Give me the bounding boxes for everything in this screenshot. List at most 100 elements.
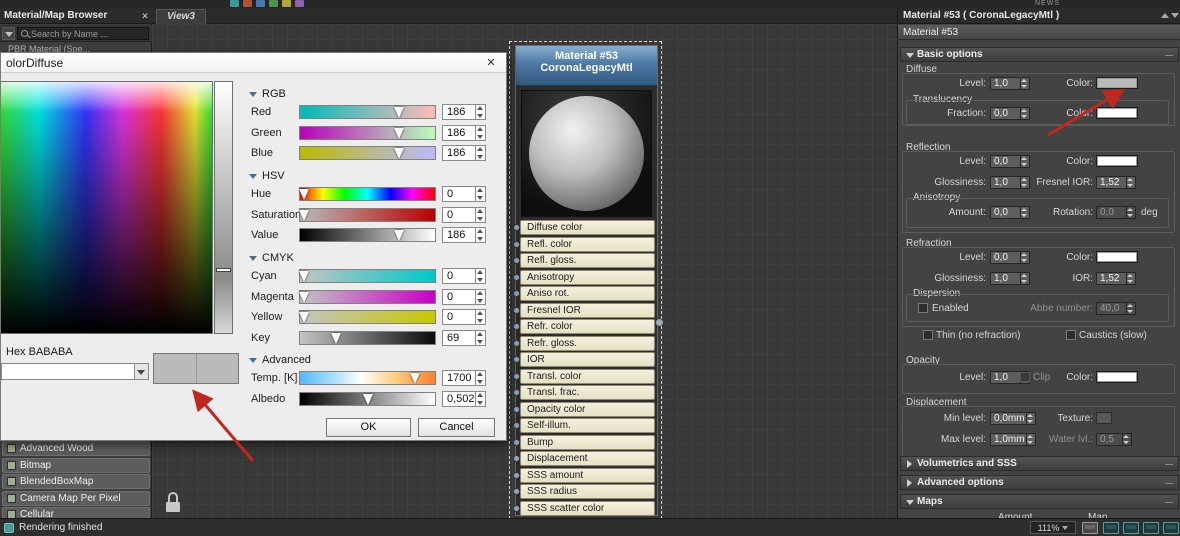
lock-icon[interactable] <box>166 492 181 513</box>
cyan-slider[interactable] <box>299 269 436 283</box>
slot-socket-icon[interactable] <box>513 356 520 363</box>
slot-socket-icon[interactable] <box>513 422 520 429</box>
node-slot[interactable]: Fresnel IOR <box>513 302 655 318</box>
rollout-volumetrics[interactable]: Volumetrics and SSS <box>900 456 1179 471</box>
search-input[interactable]: Search by Name ... <box>17 27 149 40</box>
clip-checkbox[interactable] <box>1020 372 1030 382</box>
slot-socket-icon[interactable] <box>513 438 520 446</box>
node-slot[interactable]: Self-illum. <box>513 418 655 433</box>
node-slot[interactable]: SSS radius <box>513 484 655 499</box>
fresnel-ior-spinner[interactable]: 1,52 <box>1096 176 1136 189</box>
spinner-arrows-icon[interactable] <box>475 125 485 140</box>
spinner-arrows-icon[interactable] <box>475 105 485 119</box>
thin-checkbox[interactable] <box>923 330 933 340</box>
spinner-arrows-icon[interactable] <box>1126 303 1135 314</box>
node-slot[interactable]: Refl. color <box>513 236 655 252</box>
node-slot[interactable]: Refr. gloss. <box>513 335 655 351</box>
toolbar-icon[interactable] <box>269 0 278 7</box>
slot-socket-icon[interactable] <box>513 389 520 396</box>
ok-button[interactable]: OK <box>326 418 411 437</box>
browser-list-item[interactable]: Camera Map Per Pixel <box>2 490 150 506</box>
node-header[interactable]: Material #53 CoronaLegacyMtl <box>516 46 657 86</box>
node-slot[interactable]: Diffuse color <box>513 220 655 235</box>
browser-list-item[interactable]: Advanced Wood <box>2 441 150 456</box>
search-options-dropdown[interactable] <box>2 27 15 40</box>
dispersion-enabled-checkbox[interactable] <box>918 303 928 313</box>
toolbar-icon[interactable] <box>295 0 304 7</box>
key-slider[interactable] <box>299 330 436 345</box>
spinner-arrows-icon[interactable] <box>475 269 485 283</box>
spinner-arrows-icon[interactable] <box>475 187 485 201</box>
spinner-arrows-icon[interactable] <box>475 310 485 324</box>
cancel-button[interactable]: Cancel <box>418 418 495 437</box>
slot-socket-icon[interactable] <box>513 471 520 479</box>
spinner-arrows-icon[interactable] <box>1126 207 1135 218</box>
reflection-level-spinner[interactable]: 0,0 <box>990 155 1030 168</box>
node-slot[interactable]: IOR <box>513 352 655 367</box>
translucency-fraction-spinner[interactable]: 0,0 <box>990 107 1030 120</box>
rollout-maps[interactable]: Maps <box>900 494 1179 509</box>
close-icon[interactable]: ✕ <box>139 10 151 22</box>
node-slot[interactable]: Refr. color <box>513 319 655 334</box>
min-level-spinner[interactable]: 0,0mm <box>990 412 1036 425</box>
node-slot[interactable]: Anisotropy <box>513 269 655 285</box>
opacity-color-swatch[interactable] <box>1096 371 1138 383</box>
maximize-viewport-icon[interactable] <box>1143 522 1159 534</box>
toolbar-icon[interactable] <box>243 0 252 7</box>
green-spinner[interactable]: 186 <box>442 124 486 141</box>
slot-socket-icon[interactable] <box>513 405 520 413</box>
zoom-level[interactable]: 111% <box>1030 521 1076 534</box>
value-slider[interactable] <box>299 228 436 242</box>
spinner-arrows-icon[interactable] <box>1026 413 1035 424</box>
toolbar-icon[interactable] <box>230 0 239 7</box>
spinner-arrows-icon[interactable] <box>475 371 485 385</box>
rollout-advanced-options[interactable]: Advanced options <box>900 475 1179 490</box>
rollout-basic-options[interactable]: Basic options <box>900 47 1179 62</box>
slot-socket-icon[interactable] <box>513 339 520 347</box>
slot-socket-icon[interactable] <box>513 224 520 231</box>
spinner-arrows-icon[interactable] <box>1020 78 1029 89</box>
saturation-spinner[interactable]: 0 <box>442 206 486 223</box>
hue-spinner[interactable]: 0 <box>442 186 486 202</box>
blue-spinner[interactable]: 186 <box>442 145 486 161</box>
close-icon[interactable]: ✕ <box>479 55 503 71</box>
spinner-arrows-icon[interactable] <box>1020 108 1029 119</box>
spinner-arrows-icon[interactable] <box>475 289 485 304</box>
diffuse-color-swatch[interactable] <box>1096 77 1138 89</box>
slot-socket-icon[interactable] <box>513 306 520 314</box>
slot-socket-icon[interactable] <box>513 290 520 297</box>
browser-list-item[interactable]: Bitmap <box>2 457 150 473</box>
blue-slider[interactable] <box>299 146 436 160</box>
spinner-arrows-icon[interactable] <box>1126 177 1135 188</box>
spinner-arrows-icon[interactable] <box>475 228 485 242</box>
reflection-color-swatch[interactable] <box>1096 155 1138 167</box>
slot-socket-icon[interactable] <box>513 257 520 264</box>
slot-socket-icon[interactable] <box>513 504 520 512</box>
dialog-titlebar[interactable]: olorDiffuse ✕ <box>1 53 506 73</box>
toolbar-icon[interactable] <box>256 0 265 7</box>
refraction-glossiness-spinner[interactable]: 1,0 <box>990 272 1030 285</box>
hsv-section-header[interactable]: HSV <box>249 169 285 183</box>
node-slot[interactable]: SSS scatter color <box>513 500 655 516</box>
node-slot[interactable]: Bump <box>513 434 655 450</box>
slot-socket-icon[interactable] <box>513 372 520 380</box>
green-slider[interactable] <box>299 125 436 140</box>
displacement-texture-button[interactable] <box>1096 412 1112 424</box>
slot-socket-icon[interactable] <box>513 240 520 248</box>
toolbar-icon[interactable] <box>282 0 291 7</box>
advanced-section-header[interactable]: Advanced <box>249 353 311 367</box>
slot-socket-icon[interactable] <box>513 455 520 462</box>
yellow-slider[interactable] <box>299 310 436 324</box>
spinner-arrows-icon[interactable] <box>475 330 485 345</box>
node-slot[interactable]: Transl. frac. <box>513 385 655 400</box>
zoom-extents-icon[interactable] <box>1103 522 1119 534</box>
slot-socket-icon[interactable] <box>513 273 520 281</box>
ior-spinner[interactable]: 1,52 <box>1096 272 1136 285</box>
color-swatch-old[interactable] <box>154 354 197 383</box>
browser-list-item[interactable]: BlendedBoxMap <box>2 474 150 489</box>
hue-gradient-picker[interactable] <box>1 81 213 334</box>
water-level-spinner[interactable]: 0,5 <box>1096 433 1132 446</box>
spinner-arrows-icon[interactable] <box>1020 156 1029 167</box>
diffuse-level-spinner[interactable]: 1,0 <box>990 77 1030 90</box>
scroll-down-icon[interactable] <box>1171 13 1179 18</box>
